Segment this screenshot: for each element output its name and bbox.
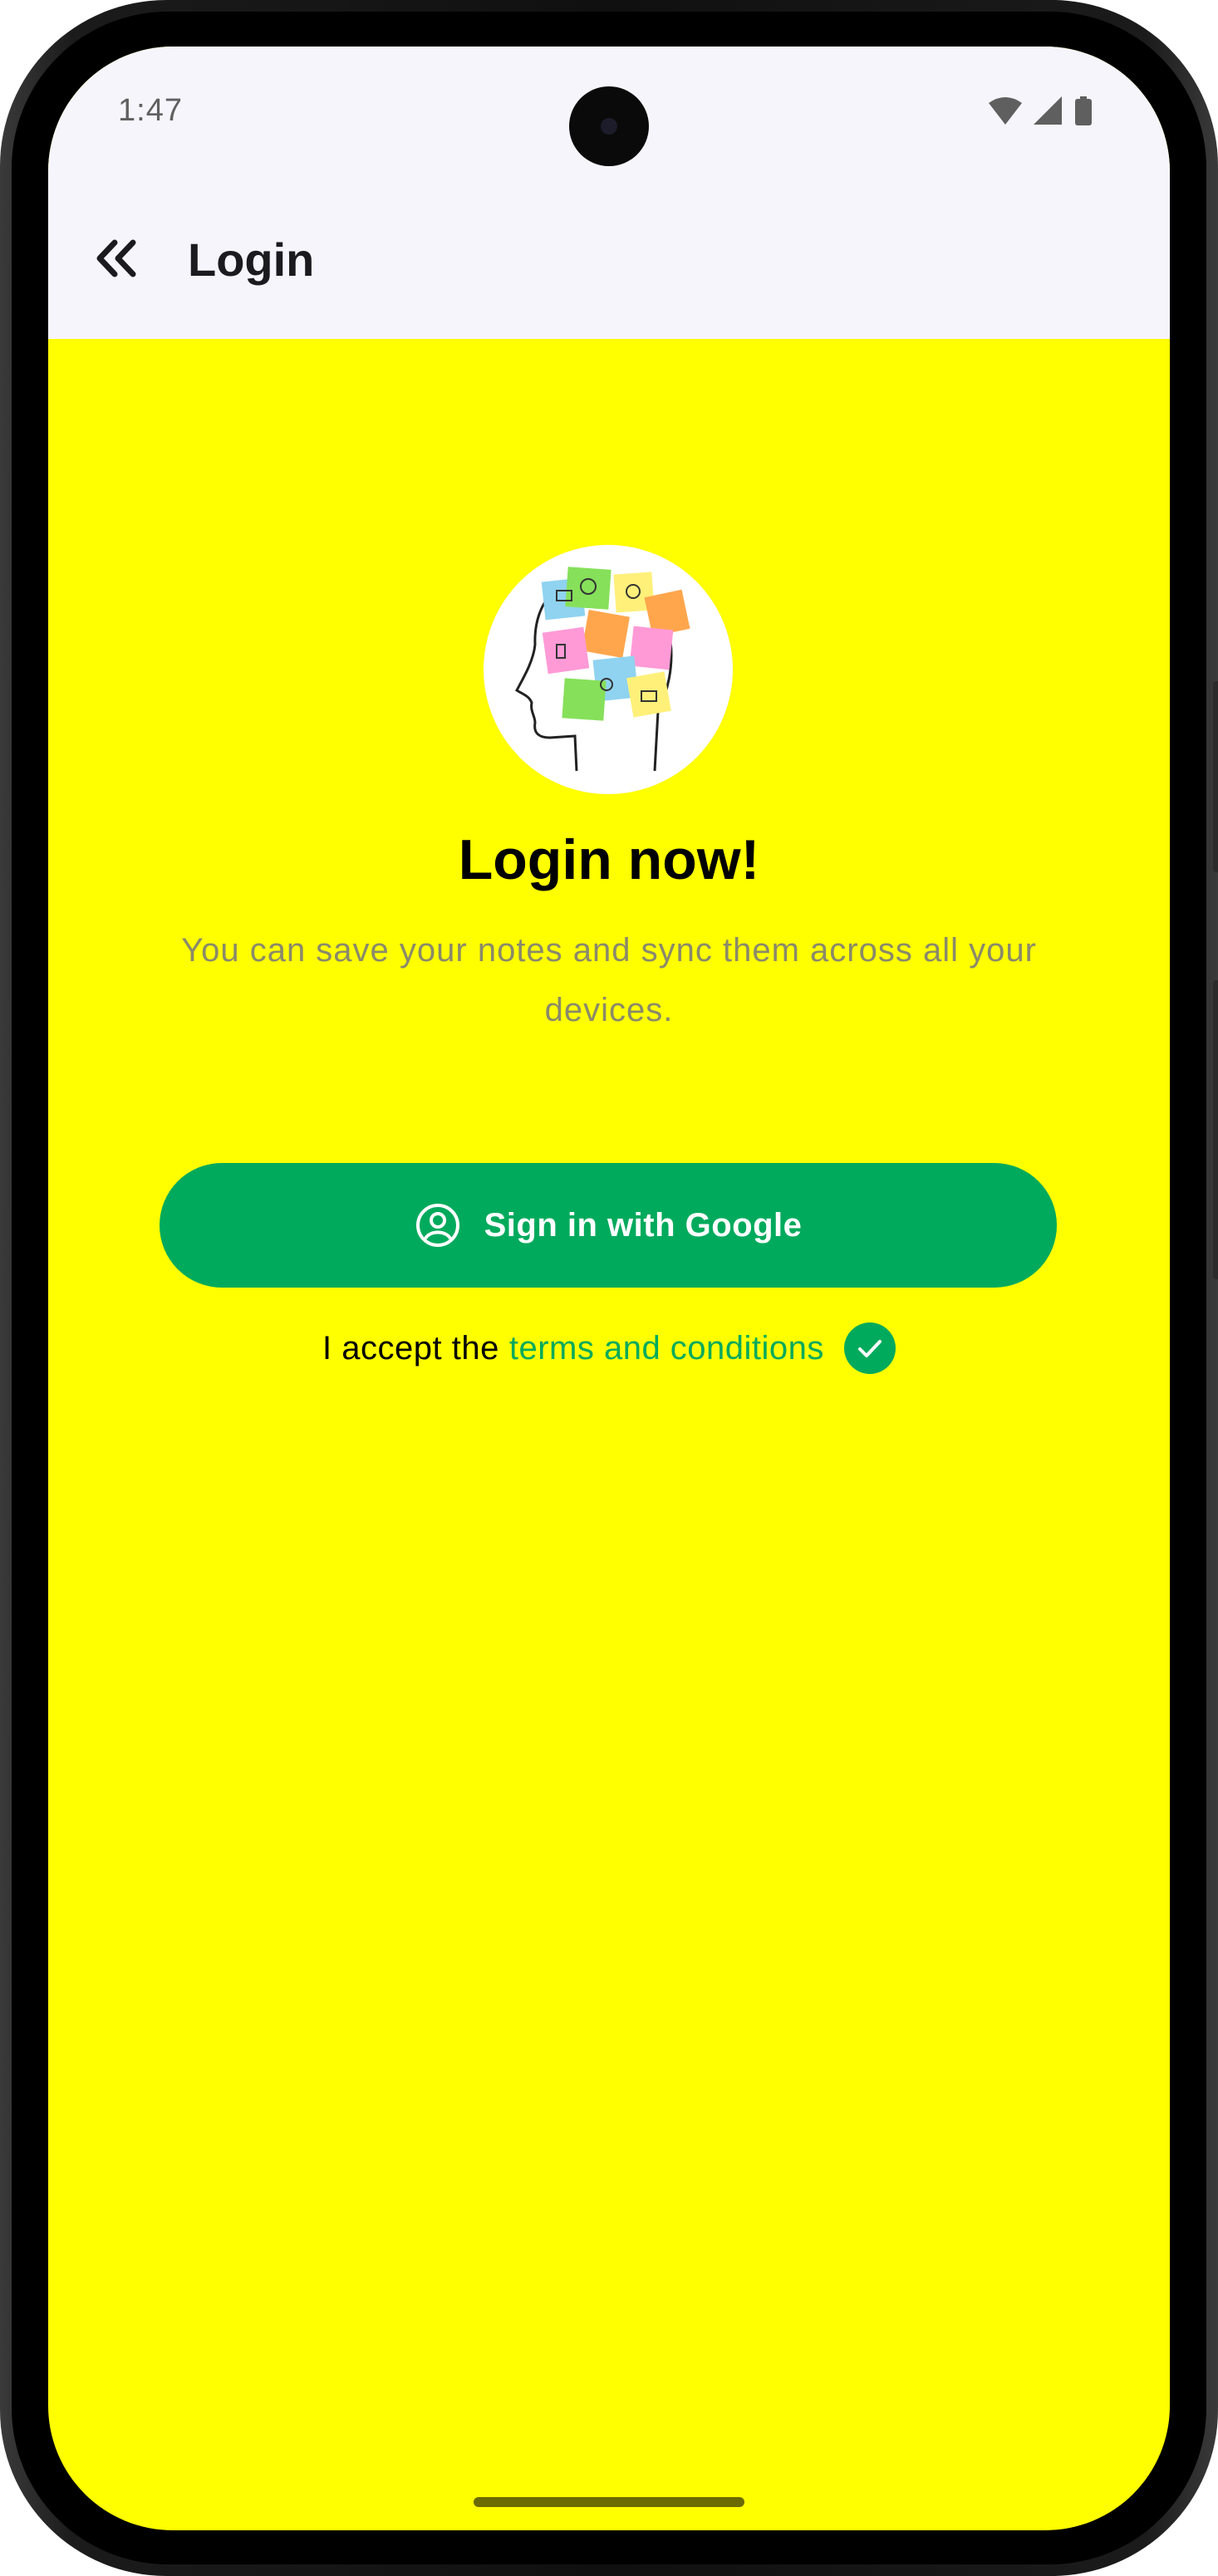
top-app-area: 1:47 Login (48, 47, 1170, 339)
page-title: Login (188, 233, 315, 286)
checkmark-icon (857, 1340, 882, 1357)
wifi-icon (989, 97, 1022, 125)
status-bar: 1:47 (48, 47, 1170, 179)
screen: 1:47 Login Login now! You can save your … (48, 47, 1170, 2530)
cellular-signal-icon (1034, 96, 1062, 125)
head-sticky-notes-logo (515, 567, 690, 772)
account-circle-icon (415, 1204, 459, 1247)
volume-button (1213, 980, 1218, 1279)
home-indicator[interactable] (474, 2497, 744, 2507)
front-camera (569, 86, 649, 166)
terms-row: I accept the terms and conditions (48, 1319, 1170, 1377)
phone-frame: 1:47 Login Login now! You can save your … (0, 0, 1218, 2576)
app-logo (484, 545, 733, 794)
terms-prefix: I accept the (322, 1329, 499, 1367)
double-chevron-left-icon[interactable] (91, 238, 141, 279)
app-bar: Login (48, 213, 1170, 304)
sign-in-with-google-button[interactable]: Sign in with Google (160, 1163, 1057, 1288)
login-heading: Login now! (458, 828, 760, 891)
login-subtitle: You can save your notes and sync them ac… (181, 932, 1037, 1028)
status-icons (989, 96, 1092, 125)
terms-accepted-checkbox[interactable] (843, 1322, 896, 1374)
power-button (1213, 681, 1218, 872)
status-time: 1:47 (118, 93, 183, 128)
sign-in-button-label: Sign in with Google (484, 1206, 803, 1244)
battery-icon (1075, 96, 1092, 125)
terms-and-conditions-link[interactable]: terms and conditions (509, 1330, 824, 1367)
